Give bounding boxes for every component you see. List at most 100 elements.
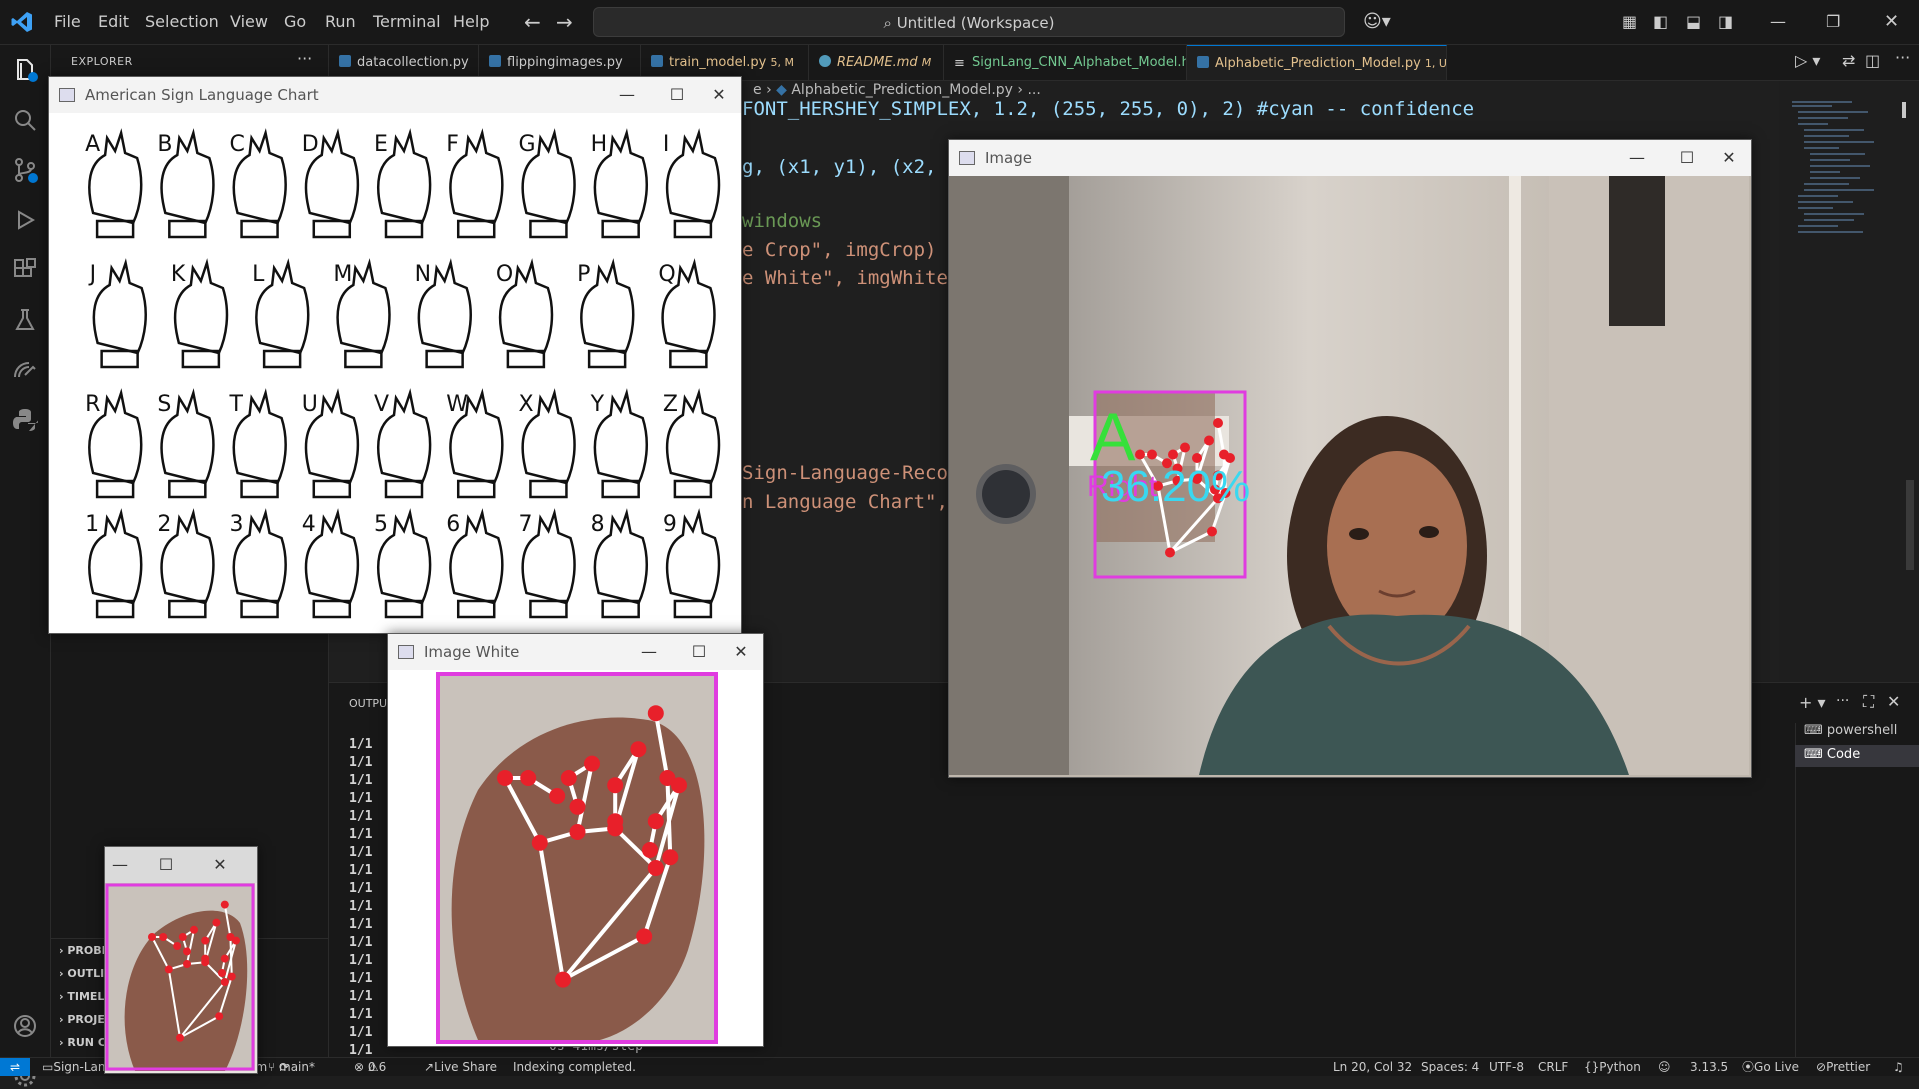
restore-icon[interactable]: ❐ — [1826, 0, 1840, 44]
image-window[interactable]: Image — ☐ ✕ A Right 36.20% — [948, 139, 1752, 778]
tab-datacollection[interactable]: datacollection.py — [329, 45, 479, 80]
window-close-icon[interactable]: ✕ — [205, 847, 235, 883]
tab-train-model[interactable]: train_model.py 5, M — [641, 45, 809, 80]
menu-terminal[interactable]: Terminal — [373, 0, 441, 44]
menu-view[interactable]: View — [230, 0, 268, 44]
image-white-canvas — [388, 670, 761, 1044]
cursor-position[interactable]: Ln 20, Col 32 — [1333, 1058, 1412, 1076]
toggle-secondary-sidebar-icon[interactable]: ◨ — [1718, 0, 1733, 44]
run-file-icon[interactable]: ▷ ▾ — [1795, 51, 1820, 70]
close-panel-icon[interactable]: ✕ — [1887, 692, 1900, 711]
window-titlebar[interactable]: Image — ☐ ✕ — [949, 140, 1751, 176]
indent-status[interactable]: Spaces: 4 — [1421, 1058, 1479, 1076]
customize-layout-icon[interactable]: ▦ — [1622, 0, 1637, 44]
problems-status[interactable]: ⊗ 0 ⚠ 6 — [354, 1058, 386, 1076]
panel-tab-output[interactable]: OUTPU — [349, 697, 387, 710]
run-debug-icon[interactable] — [12, 207, 38, 233]
terminal-code[interactable]: ⌨ Code — [1804, 747, 1860, 762]
copilot-icon[interactable]: ☺▾ — [1363, 0, 1391, 44]
section-outline[interactable]: › OUTLI — [59, 967, 104, 980]
tab-model-h5[interactable]: ≡SignLang_CNN_Alphabet_Model.h5 U — [944, 45, 1187, 80]
menu-help[interactable]: Help — [453, 0, 489, 44]
toggle-panel-icon[interactable]: ⬓ — [1686, 0, 1701, 44]
copilot-status-icon[interactable]: ☺ — [1658, 1058, 1671, 1076]
log-line: 1/1 — [349, 917, 373, 932]
command-center[interactable]: ⌕ Untitled (Workspace) — [593, 7, 1345, 37]
asl-letter-label: 1 — [85, 512, 99, 537]
minimize-icon[interactable]: — — [1770, 0, 1786, 44]
python-file-icon — [339, 55, 351, 67]
window-minimize-icon[interactable]: — — [105, 847, 135, 883]
image-crop-window[interactable]: — ☐ ✕ — [104, 846, 258, 1074]
image-white-window[interactable]: Image White — ☐ ✕ — [387, 633, 764, 1047]
testing-icon[interactable] — [12, 307, 38, 333]
close-icon[interactable]: ✕ — [1884, 0, 1899, 44]
maximize-panel-icon[interactable]: ⛶ — [1863, 692, 1874, 712]
panel-more-icon[interactable]: ··· — [1836, 693, 1849, 709]
window-close-icon[interactable]: ✕ — [1709, 140, 1749, 176]
menu-selection[interactable]: Selection — [145, 0, 219, 44]
extensions-icon[interactable] — [12, 257, 38, 283]
window-maximize-icon[interactable]: ☐ — [679, 634, 719, 670]
window-titlebar[interactable]: Image White — ☐ ✕ — [388, 634, 763, 670]
menu-file[interactable]: File — [54, 0, 81, 44]
search-icon[interactable] — [12, 107, 38, 133]
python-icon[interactable] — [12, 407, 38, 433]
tab-alphabetic-prediction[interactable]: Alphabetic_Prediction_Model.py 1, U ✕ — [1187, 45, 1447, 80]
forward-arrow-icon[interactable]: → — [556, 0, 573, 44]
window-maximize-icon[interactable]: ☐ — [1667, 140, 1707, 176]
hand-landmark-point — [555, 971, 571, 988]
window-close-icon[interactable]: ✕ — [721, 634, 761, 670]
language-status[interactable]: {} Python — [1584, 1058, 1641, 1076]
window-close-icon[interactable]: ✕ — [699, 77, 739, 113]
asl-hand-sign: G — [518, 128, 576, 239]
remote-explorer-icon[interactable] — [12, 357, 38, 383]
source-control-icon[interactable] — [12, 157, 38, 183]
editor-scrollbar[interactable] — [1906, 480, 1914, 570]
asl-hand-sign: 7 — [518, 508, 576, 619]
tab-readme[interactable]: README.md M — [809, 45, 944, 80]
window-maximize-icon[interactable]: ☐ — [151, 847, 181, 883]
section-projects[interactable]: › PROJE — [59, 1013, 105, 1026]
editor-more-icon[interactable]: ··· — [1895, 48, 1910, 67]
menu-run[interactable]: Run — [325, 0, 356, 44]
window-titlebar[interactable]: American Sign Language Chart — ☐ ✕ — [49, 77, 741, 113]
python-version-status[interactable]: 3.13.5 — [1690, 1058, 1728, 1076]
prettier-status[interactable]: ⊘ Prettier — [1816, 1058, 1870, 1076]
notifications-bell-icon[interactable]: ♫ — [1893, 1058, 1904, 1076]
encoding-status[interactable]: UTF-8 — [1489, 1058, 1524, 1076]
tab-flippingimages[interactable]: flippingimages.py — [479, 45, 641, 80]
hand-landmark-point — [218, 969, 226, 977]
menu-edit[interactable]: Edit — [98, 0, 129, 44]
back-arrow-icon[interactable]: ← — [524, 0, 541, 44]
toggle-sidebar-icon[interactable]: ◧ — [1653, 0, 1668, 44]
menu-go[interactable]: Go — [284, 0, 306, 44]
window-titlebar[interactable]: — ☐ ✕ — [105, 847, 257, 883]
asl-chart-window[interactable]: American Sign Language Chart — ☐ ✕ A B C D E… — [48, 76, 742, 634]
remote-icon[interactable]: ⇌ — [0, 1058, 30, 1076]
hand-landmark-point — [1207, 526, 1217, 537]
eol-status[interactable]: CRLF — [1538, 1058, 1568, 1076]
window-minimize-icon[interactable]: — — [1617, 140, 1657, 176]
compare-icon[interactable]: ⇄ — [1842, 51, 1855, 70]
window-maximize-icon[interactable]: ☐ — [657, 77, 697, 113]
minimap[interactable] — [1790, 98, 1910, 288]
account-icon[interactable] — [12, 1013, 38, 1039]
more-actions-icon[interactable]: ··· — [297, 49, 312, 68]
hand-landmark-point — [1168, 449, 1178, 460]
section-run-code[interactable]: › RUN C — [59, 1036, 106, 1049]
new-terminal-icon[interactable]: + ▾ — [1799, 693, 1826, 712]
file-lines-icon: ≡ — [954, 56, 965, 71]
go-live-status[interactable]: ⦿ Go Live — [1742, 1058, 1799, 1076]
window-minimize-icon[interactable]: — — [607, 77, 647, 113]
section-problems[interactable]: › PROBI — [59, 944, 106, 957]
folder-status[interactable]: ▭ Sign-Language-Recognition-System — [42, 1058, 267, 1076]
split-editor-icon[interactable]: ◫ — [1865, 51, 1880, 70]
branch-status[interactable]: ⑂ main* ⟳ — [268, 1058, 315, 1076]
window-minimize-icon[interactable]: — — [629, 634, 669, 670]
terminal-powershell[interactable]: ⌨ powershell — [1804, 723, 1897, 738]
explorer-icon[interactable] — [12, 57, 38, 83]
section-timeline[interactable]: › TIMEL — [59, 990, 104, 1003]
live-share-status[interactable]: ↗ Live Share — [424, 1058, 497, 1076]
hand-landmark-point — [227, 972, 236, 981]
